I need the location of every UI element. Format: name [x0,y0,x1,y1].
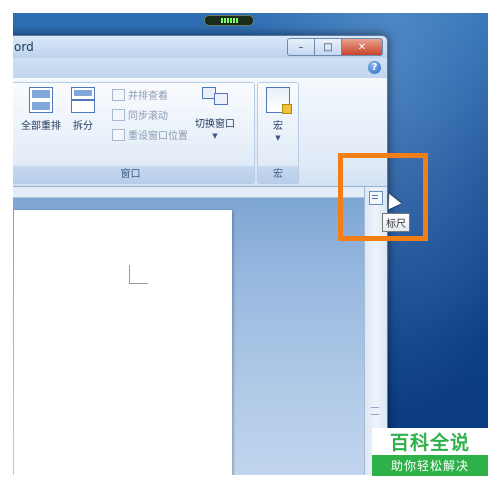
arrange-all-button[interactable]: 全部重排 [21,87,61,132]
chevron-down-icon: ▼ [275,134,281,142]
switch-windows-icon [202,87,228,111]
highlight-annotation [338,153,428,241]
view-side-by-side-button[interactable]: 并排查看 [112,87,168,102]
split-icon [71,87,95,113]
battery-indicator-icon [204,15,254,26]
macro-group: 宏 ▼ 宏 [257,82,299,184]
title-bar[interactable]: ord – □ ✕ [13,36,387,58]
reset-position-icon [112,128,125,141]
chevron-down-icon: ▼ [212,132,218,140]
ribbon: 口 全部重排 拆分 并排查看 同步滚动 [13,78,387,187]
scroll-grip[interactable] [371,407,379,415]
switch-windows-label: 切换窗口 [195,119,235,130]
screenshot-frame: ord – □ ✕ ? 口 全部重排 拆 [13,13,488,475]
side-by-side-icon [112,88,125,101]
split-label: 拆分 [73,121,93,132]
watermark-logo: 百科全说 助你轻松解决 [372,428,488,476]
arrange-all-icon [29,87,53,113]
sync-scroll-icon [112,108,125,121]
macro-label: 宏 [273,121,283,132]
switch-windows-button[interactable]: 切换窗口 ▼ [195,87,235,140]
close-button[interactable]: ✕ [341,38,383,56]
watermark-title: 百科全说 [372,428,488,455]
view-side-by-side-label: 并排查看 [128,91,168,102]
margin-corner-mark [129,265,148,284]
watermark-slogan: 助你轻松解决 [372,455,488,476]
caption-buttons: – □ ✕ [287,38,383,56]
macro-group-label: 宏 [258,166,298,183]
window-group-label: 窗口 [13,166,254,183]
arrange-all-label: 全部重排 [21,121,61,132]
window-group: 口 全部重排 拆分 并排查看 同步滚动 [13,82,255,184]
help-icon[interactable]: ? [368,61,381,74]
sync-scroll-button[interactable]: 同步滚动 [112,107,168,122]
minimize-button[interactable]: – [287,38,315,56]
window-title: ord [14,40,34,54]
document-page[interactable] [14,210,232,475]
split-button[interactable]: 拆分 [71,87,95,132]
reset-window-position-button[interactable]: 重设窗口位置 [112,127,188,142]
reset-window-position-label: 重设窗口位置 [128,131,188,142]
ribbon-tab-bar: ? [13,58,387,78]
macro-button[interactable]: 宏 ▼ [266,87,292,142]
word-window: ord – □ ✕ ? 口 全部重排 拆 [13,35,388,475]
horizontal-ruler [13,187,364,198]
macro-icon [266,87,292,114]
sync-scroll-label: 同步滚动 [128,111,168,122]
document-area [13,187,364,475]
maximize-button[interactable]: □ [314,38,342,56]
